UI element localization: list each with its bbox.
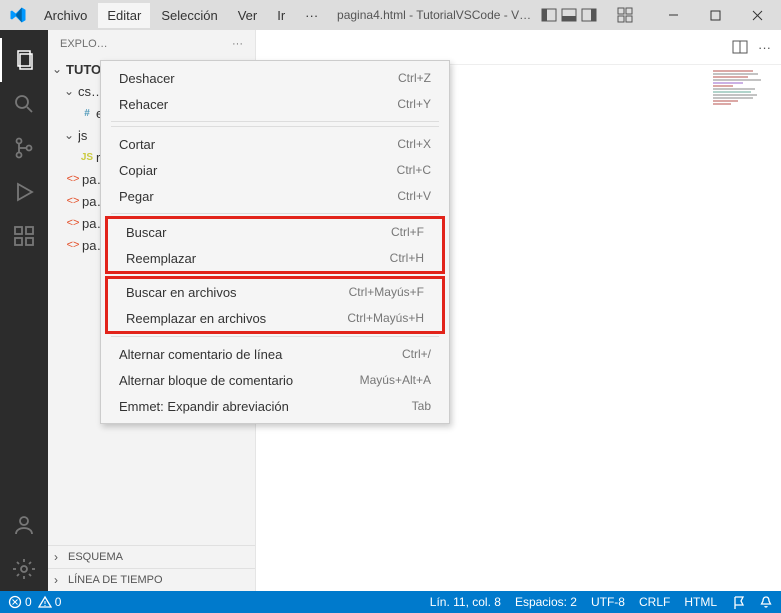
status-feedback-icon[interactable] [731, 595, 745, 609]
window-title: pagina4.html - TutorialVSCode - V… [327, 8, 541, 22]
account-icon[interactable] [0, 503, 48, 547]
menu-option[interactable]: ReemplazarCtrl+H [108, 245, 442, 271]
source-control-icon[interactable] [0, 126, 48, 170]
menu-item-archivo[interactable]: Archivo [35, 3, 96, 28]
edit-menu-dropdown: DeshacerCtrl+ZRehacerCtrl+Y CortarCtrl+XC… [100, 60, 450, 424]
search-icon[interactable] [0, 82, 48, 126]
explorer-icon[interactable] [0, 38, 48, 82]
menu-option[interactable]: Alternar comentario de líneaCtrl+/ [101, 341, 449, 367]
chevron-right-icon: › [54, 573, 68, 587]
sidebar-title: EXPLO… [60, 38, 108, 50]
split-editor-icon[interactable] [732, 39, 748, 55]
menu-option[interactable]: CopiarCtrl+C [101, 157, 449, 183]
status-indentation[interactable]: Espacios: 2 [515, 595, 577, 609]
sidebar-more-icon[interactable]: ··· [232, 38, 243, 50]
vscode-logo-icon [0, 6, 35, 24]
extensions-icon[interactable] [0, 214, 48, 258]
editor-more-icon[interactable]: ··· [758, 40, 771, 55]
maximize-button[interactable] [695, 0, 735, 30]
chevron-down-icon: ⌄ [52, 62, 66, 76]
minimap[interactable] [713, 70, 763, 106]
menu-option[interactable]: CortarCtrl+X [101, 131, 449, 157]
titlebar: ArchivoEditarSelecciónVerIr··· pagina4.h… [0, 0, 781, 30]
menu-item-ver[interactable]: Ver [229, 3, 267, 28]
menu-option[interactable]: PegarCtrl+V [101, 183, 449, 209]
timeline-section[interactable]: ›LÍNEA DE TIEMPO [48, 568, 255, 591]
menu-item-···[interactable]: ··· [296, 3, 327, 28]
menu-item-ir[interactable]: Ir [268, 3, 294, 28]
chevron-right-icon: › [54, 550, 68, 564]
status-cursor-position[interactable]: Lín. 11, col. 8 [430, 595, 501, 609]
status-encoding[interactable]: UTF-8 [591, 595, 625, 609]
close-button[interactable] [737, 0, 777, 30]
menu-option[interactable]: Buscar en archivosCtrl+Mayús+F [108, 279, 442, 305]
status-bar: 0 0 Lín. 11, col. 8 Espacios: 2 UTF-8 CR… [0, 591, 781, 613]
chevron-down-icon: ⌄ [64, 128, 78, 142]
menu-item-selección[interactable]: Selección [152, 3, 226, 28]
menu-option[interactable]: Emmet: Expandir abreviaciónTab [101, 393, 449, 419]
status-warnings[interactable]: 0 [38, 595, 62, 609]
menubar: ArchivoEditarSelecciónVerIr··· [35, 3, 327, 28]
status-eol[interactable]: CRLF [639, 595, 670, 609]
status-language[interactable]: HTML [684, 595, 717, 609]
window-controls [653, 0, 781, 30]
menu-option[interactable]: Alternar bloque de comentarioMayús+Alt+A [101, 367, 449, 393]
layout-controls[interactable] [541, 7, 633, 23]
sidebar-header: EXPLO… ··· [48, 30, 255, 58]
menu-item-editar[interactable]: Editar [98, 3, 150, 28]
activity-bar [0, 30, 48, 591]
status-errors[interactable]: 0 [8, 595, 32, 609]
settings-icon[interactable] [0, 547, 48, 591]
menu-option[interactable]: RehacerCtrl+Y [101, 91, 449, 117]
status-bell-icon[interactable] [759, 595, 773, 609]
outline-section[interactable]: ›ESQUEMA [48, 545, 255, 568]
chevron-down-icon: ⌄ [64, 84, 78, 98]
menu-option[interactable]: BuscarCtrl+F [108, 219, 442, 245]
menu-option[interactable]: Reemplazar en archivosCtrl+Mayús+H [108, 305, 442, 331]
minimize-button[interactable] [653, 0, 693, 30]
menu-option[interactable]: DeshacerCtrl+Z [101, 65, 449, 91]
run-debug-icon[interactable] [0, 170, 48, 214]
